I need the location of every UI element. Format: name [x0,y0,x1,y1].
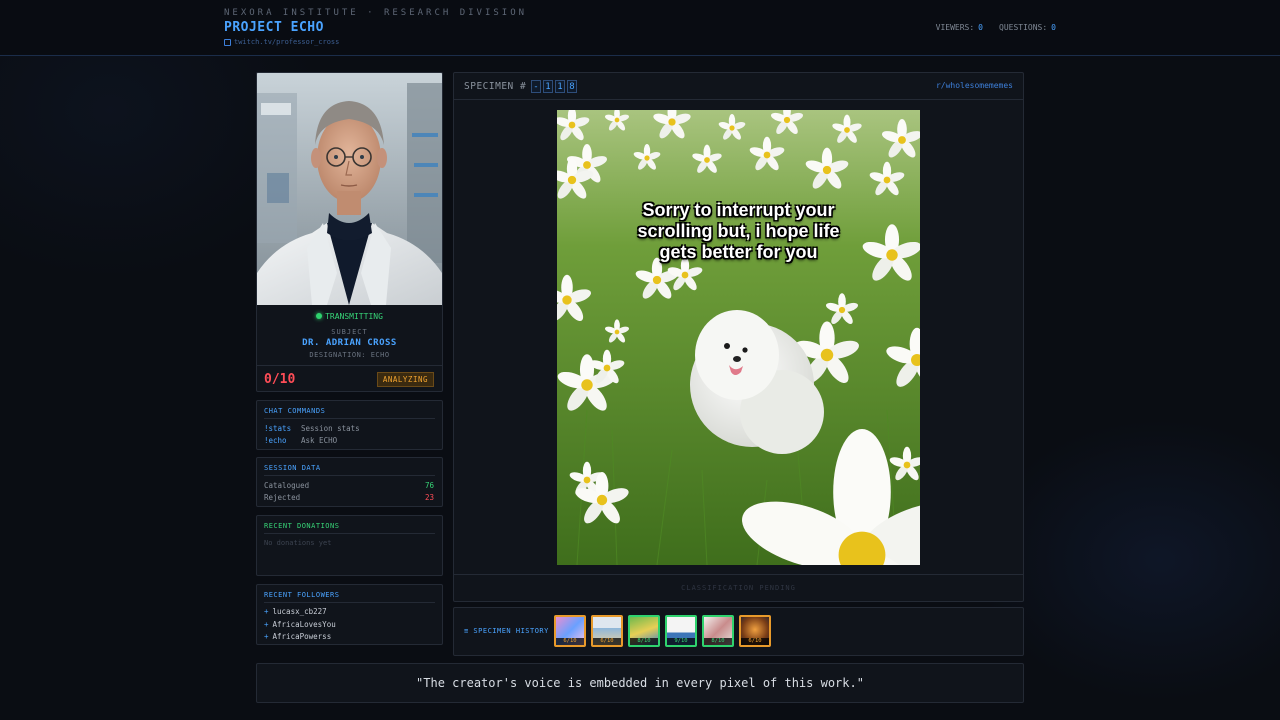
command-row: !stats Session stats [264,424,360,433]
specimen-header: SPECIMEN # - 1 1 8 r/wholesomememes [454,73,1023,100]
catalogued-count: 76 [424,481,434,490]
channel-link[interactable]: twitch.tv/professor_cross [224,38,339,46]
transmit-status: TRANSMITTING [257,312,442,321]
score-row: 0/10 ANALYZING [257,365,442,391]
command-desc: Ask ECHO [301,436,338,445]
subject-designation: DESIGNATION: ECHO [309,351,390,359]
subject-label: SUBJECT [331,328,368,336]
history-thumbnail[interactable]: 9/10 [665,615,697,647]
subject-portrait [257,73,442,305]
divider [264,533,435,534]
chat-commands-panel: CHAT COMMANDS !stats Session stats !echo A… [256,400,443,450]
rejected-row: Rejected 23 [264,493,434,502]
history-thumbnail[interactable]: 8/10 [628,615,660,647]
specimen-digit: 1 [555,80,566,93]
command-key: !echo [264,436,287,445]
project-title: PROJECT ECHO [224,20,324,35]
specimen-panel: SPECIMEN # - 1 1 8 r/wholesomememes Sorr… [453,72,1024,602]
history-thumbnail[interactable]: 6/10 [739,615,771,647]
twitch-icon [224,38,231,46]
creator-quote: "The creator's voice is embedded in ever… [256,663,1024,703]
follower-item: + lucasx_cb227 [264,607,327,616]
session-data-panel: SESSION DATA Catalogued 76 Rejected 23 [256,457,443,507]
subject-name: DR. ADRIAN CROSS [302,338,397,348]
specimen-history-panel: ≡ SPECIMEN HISTORY 6/10 6/10 8/10 9/10 8… [453,607,1024,656]
viewers-stat: VIEWERS: 0 [935,23,983,32]
chat-commands-title: CHAT COMMANDS [264,407,326,415]
org-title: NEXORA INSTITUTE · RESEARCH DIVISION [224,8,528,18]
command-key: !stats [264,424,292,433]
subreddit-link[interactable]: r/wholesomememes [936,81,1013,90]
analyzing-badge: ANALYZING [376,372,434,387]
specimen-image: Sorry to interrupt your scrolling but, i… [557,110,920,565]
recent-followers-title: RECENT FOLLOWERS [264,591,340,599]
recent-donations-panel: RECENT DONATIONS No donations yet [256,515,443,576]
command-row: !echo Ask ECHO [264,436,337,445]
stream-stats: VIEWERS: 0 QUESTIONS: 0 [936,23,1056,32]
history-thumbnail[interactable]: 6/10 [591,615,623,647]
history-thumbnails: 6/10 6/10 8/10 9/10 8/10 6/10 [554,615,771,647]
catalogued-row: Catalogued 76 [264,481,434,490]
channel-url: twitch.tv/professor_cross [234,38,340,46]
specimen-number: SPECIMEN # - 1 1 8 [464,80,578,93]
divider [264,602,435,603]
live-dot-icon [316,313,323,319]
donations-empty-text: No donations yet [264,539,332,547]
top-bar: NEXORA INSTITUTE · RESEARCH DIVISION PRO… [0,0,1280,56]
questions-stat: QUESTIONS: 0 [999,23,1056,32]
specimen-digit: - [531,80,542,93]
rejected-count: 23 [424,493,434,502]
recent-donations-title: RECENT DONATIONS [264,522,340,530]
subject-profile-card: TRANSMITTING SUBJECT DR. ADRIAN CROSS DE… [256,72,443,392]
specimen-digit: 8 [567,80,578,93]
recent-followers-panel: RECENT FOLLOWERS + lucasx_cb227 + AfricaLo… [256,584,443,645]
follower-item: + AfricaPowerss [264,632,332,641]
specimen-history-title: ≡ SPECIMEN HISTORY [464,627,549,635]
history-thumbnail[interactable]: 6/10 [554,615,586,647]
classification-status: CLASSIFICATION PENDING [454,574,1023,601]
divider [264,418,435,419]
command-desc: Session stats [301,424,360,433]
divider [264,475,435,476]
session-data-title: SESSION DATA [264,464,321,472]
history-thumbnail[interactable]: 8/10 [702,615,734,647]
meme-caption: Sorry to interrupt your scrolling but, i… [637,200,840,262]
specimen-digit: 1 [543,80,554,93]
current-score: 0/10 [264,372,296,387]
follower-item: + AfricaLovesYou [264,620,336,629]
